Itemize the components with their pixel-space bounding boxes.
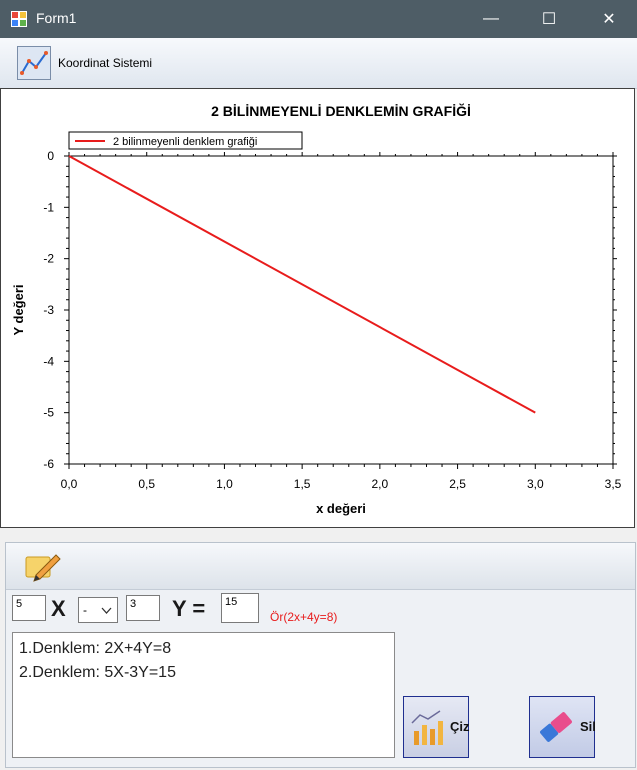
y-tick-label: -3 [43,303,54,317]
y-tick-label: -4 [43,354,54,368]
title-bar: Form1 — ☐ ✕ [0,0,637,38]
x-tick-label: 0,0 [61,477,78,491]
x-tick-label: 2,5 [449,477,466,491]
clear-label: Sil [580,719,596,734]
chart-area: 0,0 0,5 1,0 1,5 2,0 2,5 3,0 3,5 0 -1 -2 -3 -4 -5 -6 2 B… [0,88,635,528]
list-item[interactable]: 1.Denklem: 2X+4Y=8 [19,637,388,661]
chart: 0,0 0,5 1,0 1,5 2,0 2,5 3,0 3,5 0 -1 -2 -3 -4 -5 -6 2 B… [11,102,622,516]
coordinate-system-label: Koordinat Sistemi [58,56,153,70]
line-chart-icon [20,51,48,75]
list-item[interactable]: 2.Denklem: 5X-3Y=15 [19,661,388,685]
coordinate-system-button[interactable] [17,46,51,80]
y-tick-label: -1 [43,200,54,214]
x-coefficient-input[interactable]: 5 [12,595,46,621]
legend-label: 2 bilinmeyenli denklem grafiği [113,136,257,148]
panel-header [6,543,635,590]
minimize-icon: — [483,10,499,27]
plot-frame [68,155,614,465]
x-tick-label: 3,0 [527,477,544,491]
maximize-button[interactable]: ☐ [526,0,572,38]
maximize-icon: ☐ [541,11,557,28]
x-tick-label: 3,5 [605,477,622,491]
minimize-button[interactable]: — [468,0,514,38]
clear-button[interactable]: Sil [529,696,596,758]
close-button[interactable]: ✕ [586,0,632,38]
close-icon: ✕ [602,11,616,28]
y-axis-label: Y değeri [11,284,26,335]
x-tick-label: 0,5 [138,477,155,491]
equation-list[interactable]: 1.Denklem: 2X+4Y=8 2.Denklem: 5X-3Y=15 [12,632,395,758]
example-hint: Ör(2x+4y=8) [270,610,338,624]
y-tick-label: -2 [43,252,54,266]
toolstrip: Koordinat Sistemi [0,38,637,89]
y-equals-label: Y = [172,596,206,621]
operator-select[interactable]: - [78,597,118,623]
series-line [68,155,536,414]
x-variable-label: X [51,596,66,621]
x-tick-label: 1,0 [216,477,233,491]
x-tick-label: 1,5 [294,477,311,491]
chevron-down-icon [101,607,112,614]
draw-label: Çiz [450,719,470,734]
app-icon [11,11,27,27]
y-tick-label: 0 [47,149,54,163]
x-axis-label: x değeri [316,501,366,516]
y-tick-label: -5 [43,406,54,420]
bar-chart-icon [411,710,443,745]
y-tick-label: -6 [43,457,54,471]
x-tick-label: 2,0 [372,477,389,491]
operator-value: - [83,603,87,617]
y-coefficient-input[interactable]: 3 [126,595,160,621]
edit-pencil-icon[interactable] [22,549,62,585]
window-title: Form1 [36,10,77,26]
draw-button[interactable]: Çiz [403,696,470,758]
rhs-input[interactable]: 15 [221,593,259,623]
chart-title: 2 BİLİNMEYENLİ DENKLEMİN GRAFİĞİ [211,102,471,119]
eraser-icon [540,712,572,742]
